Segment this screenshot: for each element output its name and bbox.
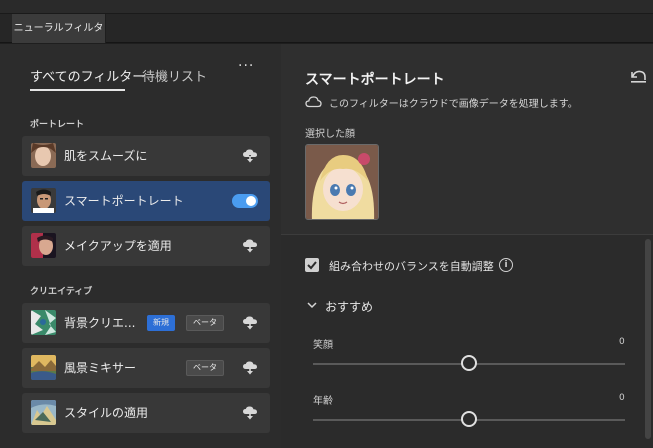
filter-item-makeup-transfer[interactable]: メイクアップを適用 <box>22 226 270 266</box>
recommended-section-header[interactable]: おすすめ <box>325 298 373 315</box>
filter-item-landscape-mixer[interactable]: 風景ミキサー ベータ <box>22 348 270 388</box>
auto-balance-checkbox[interactable] <box>305 258 319 272</box>
filter-item-label: メイクアップを適用 <box>64 239 172 253</box>
background-creator-thumbnail <box>31 310 56 335</box>
filter-item-style-transfer[interactable]: スタイルの適用 <box>22 393 270 433</box>
cloud-processing-note: このフィルターはクラウドで画像データを処理します。 <box>329 99 578 110</box>
reset-icon[interactable] <box>629 68 647 84</box>
scrollbar-thumb[interactable] <box>645 239 651 439</box>
cloud-download-icon[interactable] <box>242 315 258 331</box>
filter-settings-panel: スマートポートレート このフィルターはクラウドで画像データを処理します。 選択し… <box>281 44 653 448</box>
active-tab-underline <box>30 89 125 91</box>
filter-item-label: スマートポートレート <box>64 194 184 208</box>
filter-enable-toggle[interactable] <box>232 194 258 208</box>
slider-label-age: 年齢 <box>313 396 333 407</box>
skin-smoothing-thumbnail <box>31 143 56 168</box>
cloud-download-icon[interactable] <box>242 238 258 254</box>
slider-label-smile: 笑顔 <box>313 340 333 351</box>
section-label-portrait: ポートレート <box>30 120 85 130</box>
makeup-transfer-thumbnail <box>31 233 56 258</box>
cloud-download-icon[interactable] <box>242 360 258 376</box>
tab-neural-filters[interactable]: ニューラルフィルター <box>12 14 106 63</box>
slider-handle-age[interactable] <box>461 411 477 427</box>
tab-wait-list[interactable]: 待機リスト <box>142 66 207 85</box>
beta-badge: ベータ <box>186 360 224 376</box>
slider-value-age: 0 <box>619 393 625 403</box>
cloud-download-icon[interactable] <box>242 148 258 164</box>
filter-item-smart-portrait[interactable]: スマートポートレート <box>22 181 270 221</box>
filter-title: スマートポートレート <box>305 72 445 88</box>
tab-all-filters[interactable]: すべてのフィルター <box>30 66 145 85</box>
section-label-creative: クリエイティブ <box>30 287 93 297</box>
beta-badge: ベータ <box>186 315 224 331</box>
more-options-icon[interactable]: ··· <box>238 58 254 74</box>
selected-face-label: 選択した顔 <box>305 129 355 140</box>
info-icon[interactable]: i <box>499 258 513 272</box>
filter-item-label: 肌をスムーズに <box>64 149 148 163</box>
document-tab-bar: ニューラルフィルター <box>0 14 653 63</box>
filter-item-skin-smoothing[interactable]: 肌をスムーズに <box>22 136 270 176</box>
title-bar <box>0 0 653 14</box>
slider-handle-smile[interactable] <box>461 355 477 371</box>
filter-item-label: 背景クリエ... <box>64 316 136 330</box>
chevron-down-icon[interactable] <box>307 301 317 309</box>
cloud-icon <box>305 96 322 108</box>
filter-list-panel: すべてのフィルター 待機リスト ··· ポートレート 肌をスムーズに スマートポ… <box>0 44 281 448</box>
checkmark-icon <box>307 261 317 270</box>
landscape-mixer-thumbnail <box>31 355 56 380</box>
filter-item-background-creator[interactable]: 背景クリエ... 新規 ベータ <box>22 303 270 343</box>
smart-portrait-thumbnail <box>31 188 56 213</box>
filter-item-label: スタイルの適用 <box>64 406 149 420</box>
auto-balance-label: 組み合わせのバランスを自動調整 <box>329 260 494 273</box>
filter-item-label: 風景ミキサー <box>64 361 137 375</box>
style-transfer-thumbnail <box>31 400 56 425</box>
selected-face-thumbnail[interactable] <box>305 144 379 220</box>
new-badge: 新規 <box>147 315 175 331</box>
cloud-download-icon[interactable] <box>242 405 258 421</box>
slider-value-smile: 0 <box>619 337 625 347</box>
